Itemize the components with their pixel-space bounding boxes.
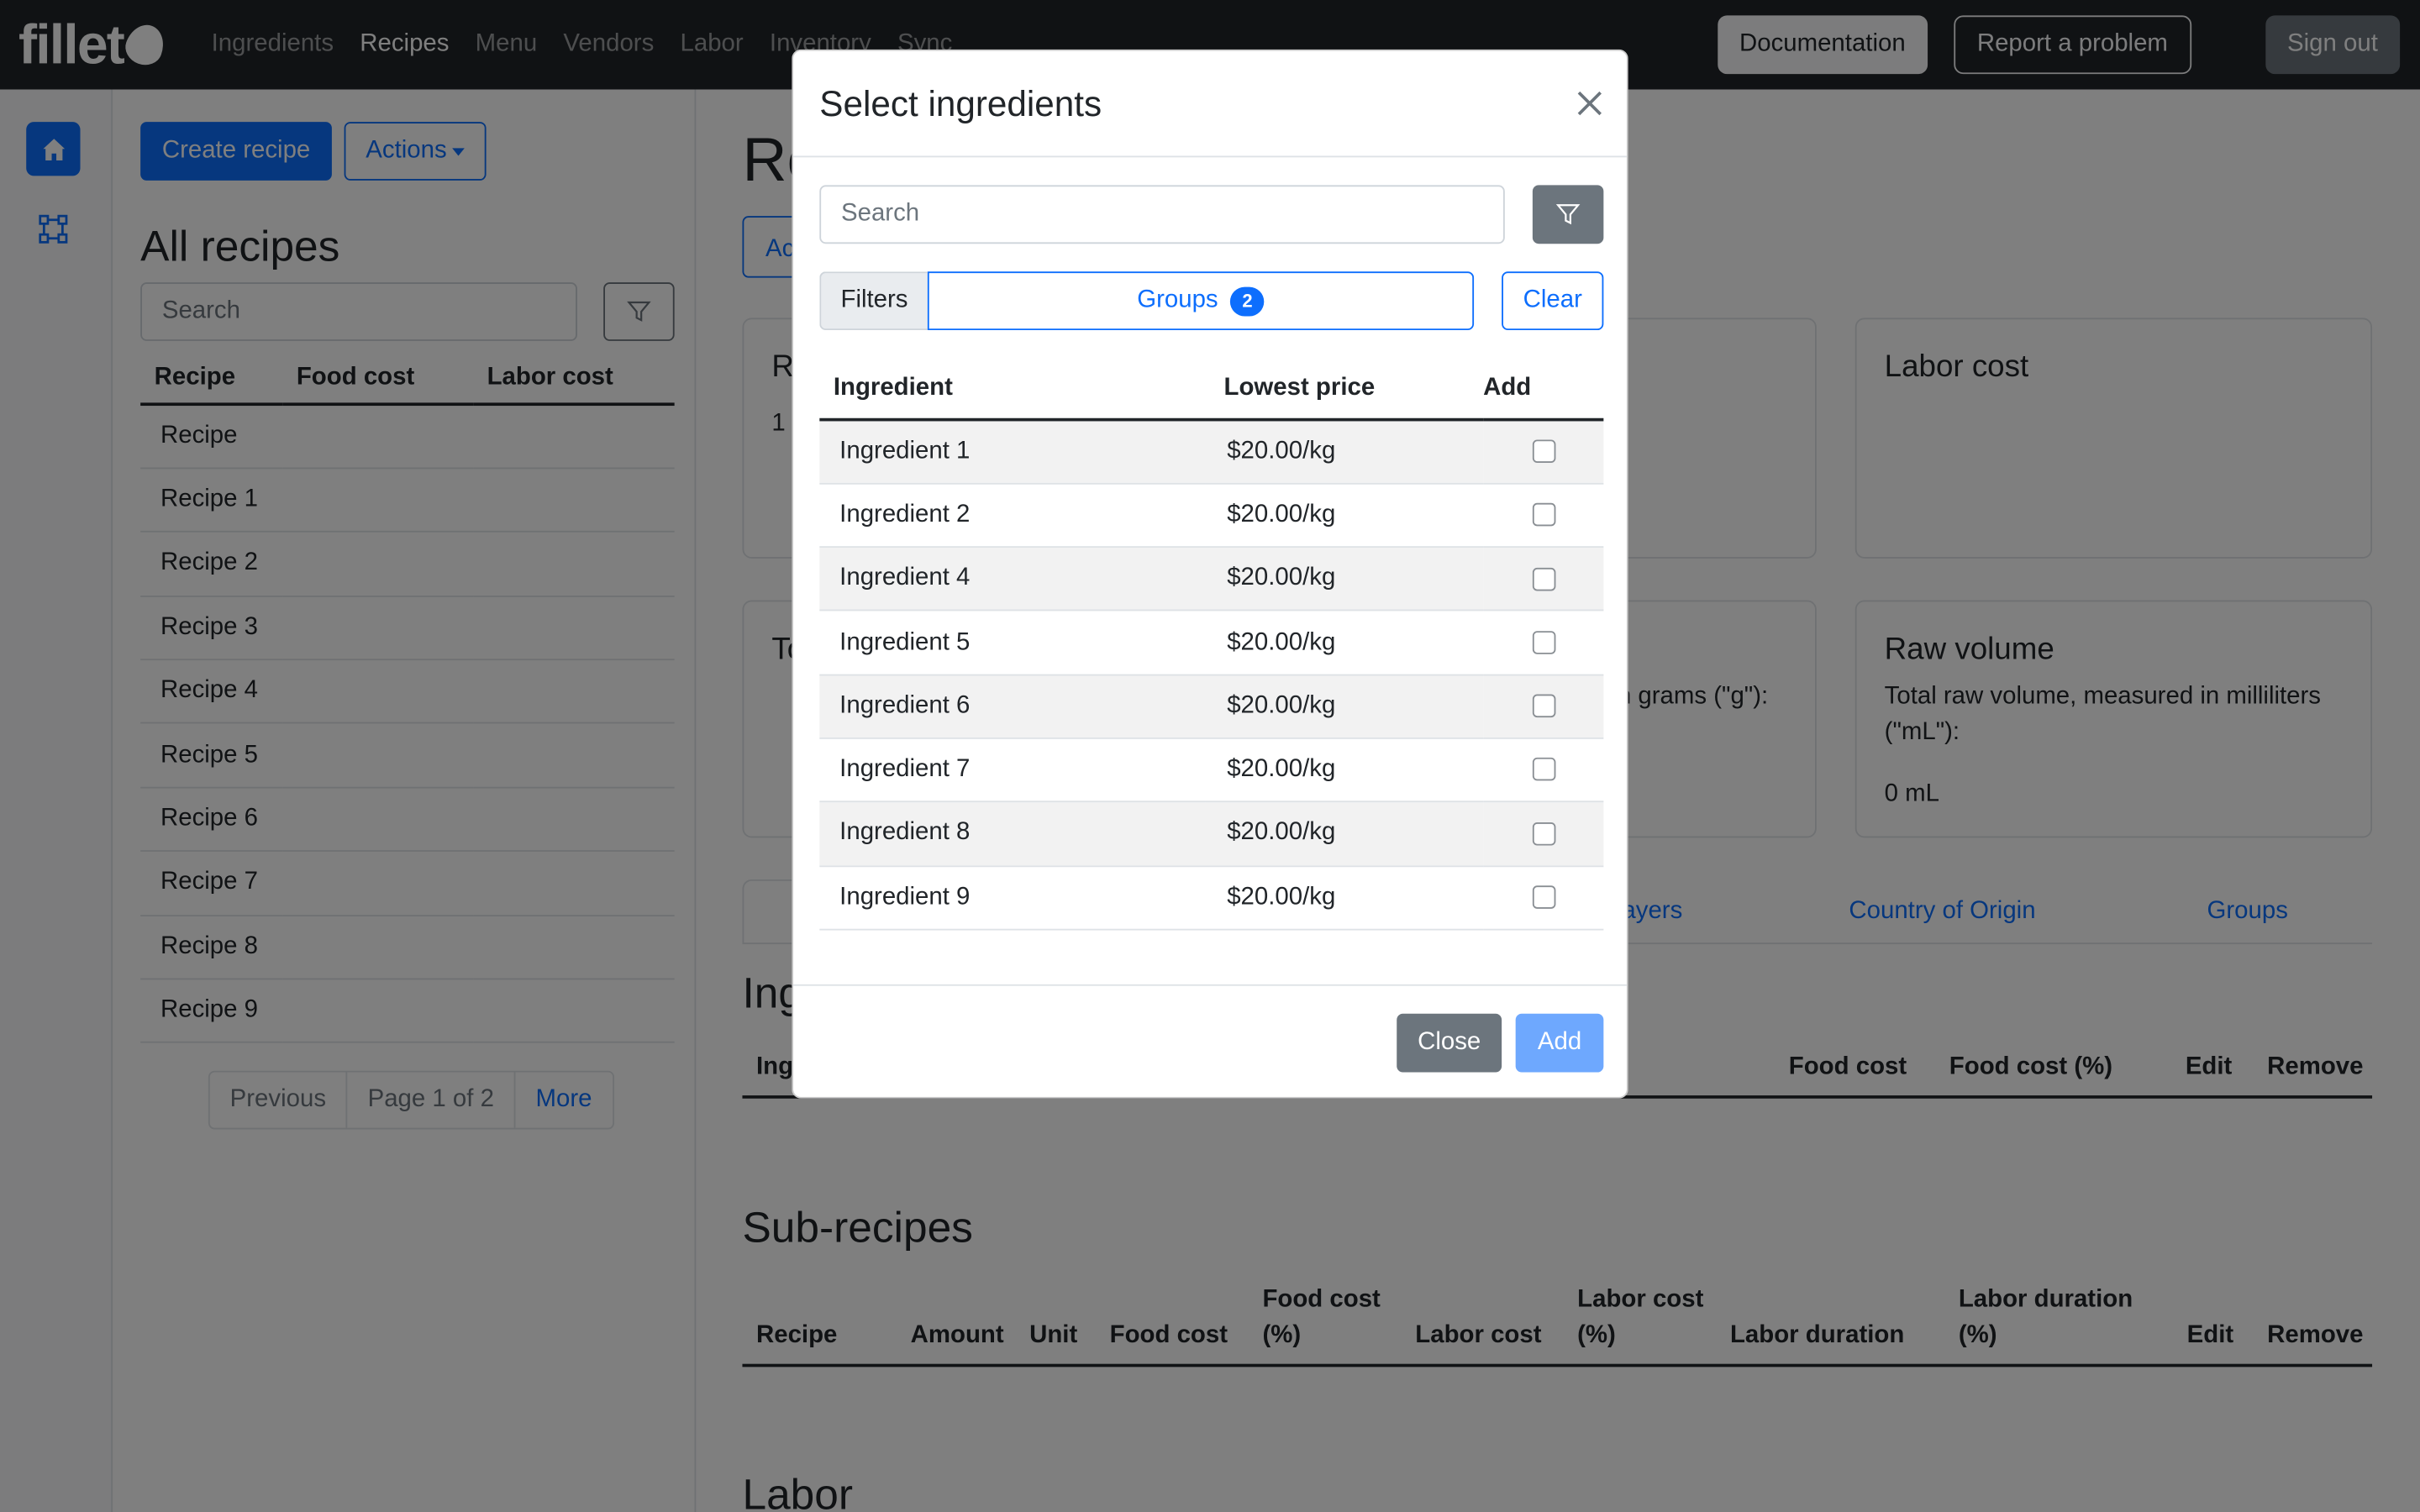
add-checkbox[interactable] bbox=[1531, 885, 1555, 909]
groups-filter-button[interactable]: Groups 2 bbox=[927, 271, 1475, 331]
col-lowest-price[interactable]: Lowest price bbox=[1205, 358, 1484, 422]
ingredient-name: Ingredient 9 bbox=[819, 865, 1206, 931]
ingredient-filter-button[interactable] bbox=[1532, 185, 1604, 244]
add-checkbox[interactable] bbox=[1531, 822, 1555, 845]
table-row: Ingredient 8 $20.00/kg bbox=[819, 801, 1604, 867]
table-row: Ingredient 9 $20.00/kg bbox=[819, 865, 1604, 931]
table-row: Ingredient 7 $20.00/kg bbox=[819, 738, 1604, 803]
table-row: Ingredient 2 $20.00/kg bbox=[819, 483, 1604, 549]
table-row: Ingredient 5 $20.00/kg bbox=[819, 611, 1604, 675]
table-row: Ingredient 6 $20.00/kg bbox=[819, 674, 1604, 739]
add-checkbox[interactable] bbox=[1531, 694, 1555, 718]
modal-footer: Close Add bbox=[793, 984, 1627, 1099]
add-checkbox[interactable] bbox=[1531, 758, 1555, 782]
modal-title: Select ingredients bbox=[819, 83, 1102, 123]
col-ingredient[interactable]: Ingredient bbox=[819, 358, 1206, 422]
modal-header: Select ingredients bbox=[793, 51, 1627, 158]
ingredient-price: $20.00/kg bbox=[1205, 483, 1484, 549]
clear-filters-button[interactable]: Clear bbox=[1502, 271, 1604, 331]
add-checkbox[interactable] bbox=[1531, 630, 1555, 654]
add-button[interactable]: Add bbox=[1515, 1013, 1604, 1073]
ingredient-price: $20.00/kg bbox=[1205, 419, 1484, 485]
add-checkbox[interactable] bbox=[1531, 439, 1555, 464]
ingredient-price: $20.00/kg bbox=[1205, 674, 1484, 739]
ingredient-price: $20.00/kg bbox=[1205, 865, 1484, 931]
app: fillet Ingredients Recipes Menu Vendors … bbox=[0, 0, 2420, 1512]
table-row: Ingredient 1 $20.00/kg bbox=[819, 419, 1604, 485]
table-row: Ingredient 4 $20.00/kg bbox=[819, 547, 1604, 612]
groups-label: Groups bbox=[1137, 286, 1218, 313]
groups-count-badge: 2 bbox=[1230, 286, 1265, 316]
close-button[interactable]: Close bbox=[1397, 1013, 1502, 1073]
ingredient-name: Ingredient 6 bbox=[819, 674, 1206, 739]
add-checkbox[interactable] bbox=[1531, 567, 1555, 591]
ingredient-name: Ingredient 7 bbox=[819, 738, 1206, 803]
add-checkbox[interactable] bbox=[1531, 503, 1555, 527]
ingredient-price: $20.00/kg bbox=[1205, 801, 1484, 867]
ingredient-name: Ingredient 8 bbox=[819, 801, 1206, 867]
ingredient-name: Ingredient 1 bbox=[819, 419, 1206, 485]
filters-group: Filters Groups 2 bbox=[819, 271, 1475, 331]
ingredients-select-table: Ingredient Lowest price Add Ingredient 1… bbox=[819, 358, 1604, 931]
ingredient-name: Ingredient 2 bbox=[819, 483, 1206, 549]
ingredient-price: $20.00/kg bbox=[1205, 547, 1484, 612]
funnel-icon bbox=[1555, 204, 1581, 225]
ingredient-name: Ingredient 5 bbox=[819, 611, 1206, 675]
filters-label: Filters bbox=[819, 271, 928, 331]
close-icon[interactable] bbox=[1574, 88, 1605, 119]
ingredient-price: $20.00/kg bbox=[1205, 611, 1484, 675]
select-ingredients-modal: Select ingredients Search Filters Groups… bbox=[792, 49, 1628, 1099]
ingredient-price: $20.00/kg bbox=[1205, 738, 1484, 803]
ingredient-search-input[interactable]: Search bbox=[819, 185, 1505, 244]
ingredient-name: Ingredient 4 bbox=[819, 547, 1206, 612]
col-add: Add bbox=[1483, 358, 1604, 422]
